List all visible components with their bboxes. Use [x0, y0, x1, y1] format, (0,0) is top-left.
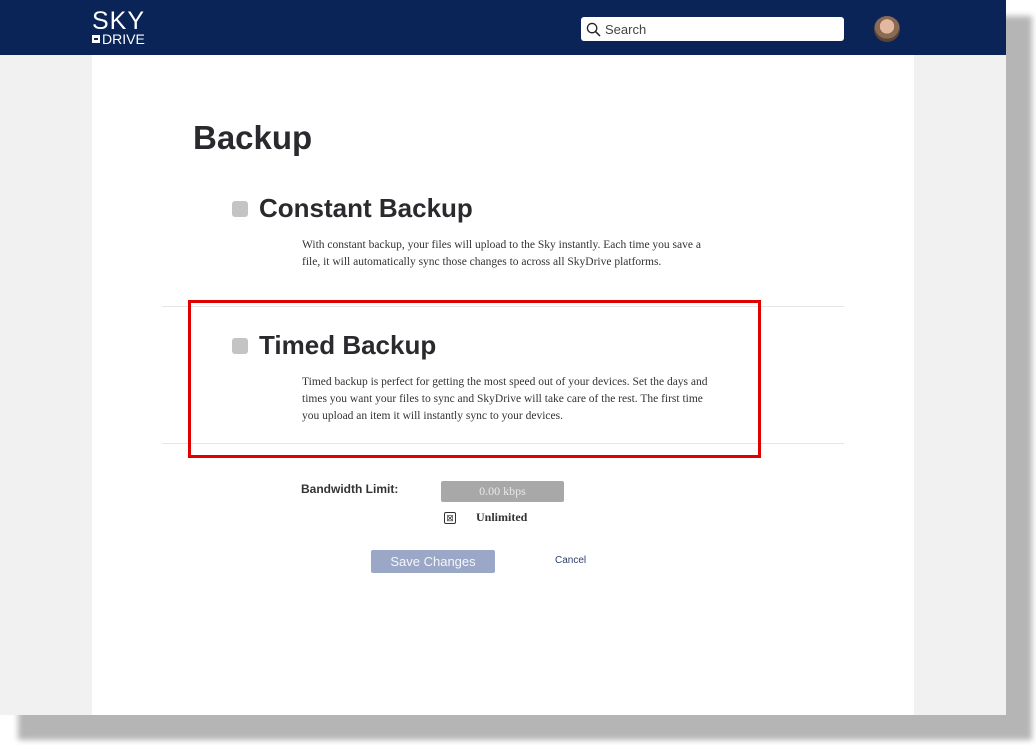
- skydrive-logo[interactable]: SKY DRIVE: [92, 9, 145, 46]
- constant-backup-header: Constant Backup: [232, 193, 473, 224]
- user-avatar[interactable]: [874, 16, 900, 42]
- save-changes-button[interactable]: Save Changes: [371, 550, 495, 573]
- search-input[interactable]: [605, 21, 825, 37]
- search-icon: [586, 22, 601, 36]
- cancel-link[interactable]: Cancel: [555, 555, 586, 566]
- unlimited-option[interactable]: ⊠ Unlimited: [444, 510, 527, 525]
- settings-card: Backup Constant Backup With constant bac…: [92, 55, 914, 715]
- constant-backup-description: With constant backup, your files will up…: [302, 239, 701, 268]
- constant-backup-section: Constant Backup With constant backup, yo…: [162, 193, 844, 307]
- logo-drive-label: DRIVE: [102, 31, 145, 47]
- bandwidth-limit-label: Bandwidth Limit:: [301, 482, 399, 496]
- unlimited-checkbox[interactable]: ⊠: [444, 511, 456, 524]
- app-window: SKY DRIVE Backup Constant Backup With co…: [0, 0, 1006, 715]
- logo-text-bottom: DRIVE: [92, 32, 145, 46]
- constant-backup-title: Constant Backup: [259, 193, 473, 223]
- bandwidth-limit-input[interactable]: [441, 481, 564, 502]
- drive-icon: [92, 35, 100, 43]
- unlimited-label: Unlimited: [476, 510, 528, 524]
- search-box[interactable]: [581, 17, 844, 41]
- timed-backup-highlight-box: [188, 300, 761, 458]
- page-title: Backup: [193, 119, 313, 156]
- constant-backup-checkbox[interactable]: [232, 200, 248, 217]
- top-navbar: SKY DRIVE: [0, 0, 1006, 55]
